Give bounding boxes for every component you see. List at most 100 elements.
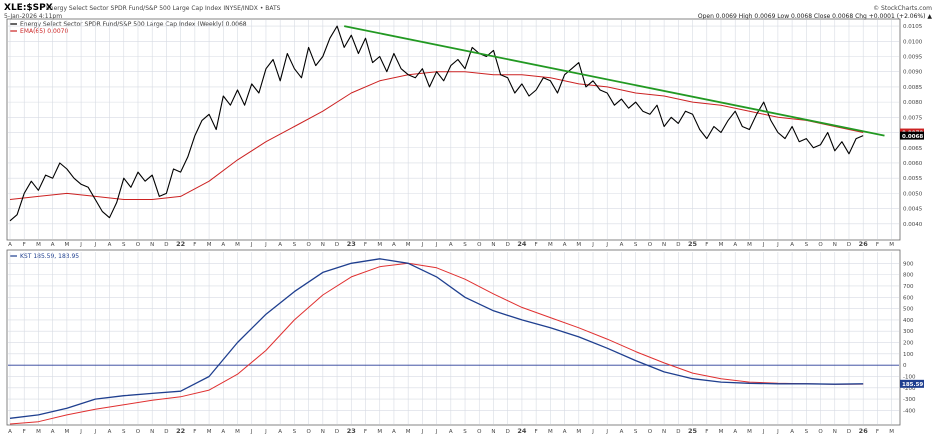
x-tick-label: J: [421, 429, 424, 435]
x-tick-label: M: [207, 429, 212, 435]
y-tick-label: 0: [903, 363, 907, 369]
x-tick-label: F: [535, 429, 538, 435]
x-tick-label: F: [23, 242, 26, 248]
x-tick-label: S: [293, 429, 297, 435]
x-tick-label: D: [506, 429, 510, 435]
kst-legend: KST 185.59, 183.95: [10, 253, 79, 260]
x-tick-label: D: [164, 429, 168, 435]
x-tick-label: J: [264, 429, 267, 435]
x-tick-label: O: [136, 429, 141, 435]
x-tick-label: A: [790, 242, 794, 248]
x-tick-label: M: [548, 242, 553, 248]
x-tick-label: 22: [176, 240, 185, 248]
x-tick-label: J: [79, 242, 82, 248]
x-tick-label: M: [889, 242, 894, 248]
x-tick-label: J: [591, 242, 594, 248]
y-tick-label: 700: [903, 284, 914, 290]
y-tick-label: 0.0085: [903, 85, 923, 91]
x-tick-label: M: [719, 242, 724, 248]
x-tick-label: N: [662, 429, 666, 435]
x-tick-label: A: [563, 242, 567, 248]
x-tick-label: D: [847, 242, 851, 248]
y-tick-label: 0.0060: [903, 161, 923, 167]
x-tick-label: S: [805, 242, 809, 248]
x-tick-label: 24: [517, 240, 527, 248]
x-tick-label: A: [8, 429, 12, 435]
x-tick-label: O: [648, 242, 653, 248]
y-tick-label: 0.0055: [903, 176, 923, 182]
chart-canvas: XLE:$SPX Energy Select Sector SPDR Fund/…: [0, 0, 936, 442]
x-tick-label: M: [377, 242, 382, 248]
y-tick-label: 0.0040: [903, 222, 923, 228]
x-tick-label: F: [364, 429, 367, 435]
y-tick-label: 400: [903, 318, 914, 324]
x-tick-label: M: [747, 429, 752, 435]
x-tick-label: J: [79, 429, 82, 435]
x-tick-label: N: [321, 429, 325, 435]
x-tick-label: D: [676, 429, 680, 435]
y-tick-label: 0.0065: [903, 146, 923, 152]
x-tick-label: M: [377, 429, 382, 435]
x-tick-label: M: [406, 429, 411, 435]
x-tick-label: A: [108, 429, 112, 435]
legend-ema-label: EMA(65) 0.0070: [20, 28, 68, 35]
x-tick-label: J: [435, 242, 438, 248]
y-tick-label: 0.0095: [903, 55, 923, 61]
x-tick-label: D: [335, 242, 339, 248]
x-tick-label: F: [364, 242, 367, 248]
x-tick-label: 26: [859, 427, 869, 435]
x-tick-label: A: [221, 242, 225, 248]
x-tick-label: M: [65, 429, 70, 435]
x-tick-label: J: [776, 242, 779, 248]
x-tick-label: F: [705, 429, 708, 435]
y-tick-label: -300: [903, 397, 916, 403]
y-tick-label: 200: [903, 341, 914, 347]
x-tick-label: S: [122, 242, 126, 248]
x-tick-label: J: [250, 242, 253, 248]
x-tick-label: O: [818, 429, 823, 435]
x-tick-label: M: [235, 242, 240, 248]
y-tick-label: 800: [903, 273, 914, 279]
x-tick-label: M: [406, 242, 411, 248]
y-tick-label: 0.0075: [903, 115, 923, 121]
x-tick-label: D: [847, 429, 851, 435]
x-tick-label: F: [193, 242, 196, 248]
x-tick-label: M: [36, 429, 41, 435]
x-tick-label: 25: [688, 427, 698, 435]
x-tick-label: A: [221, 429, 225, 435]
x-tick-label: 25: [688, 240, 698, 248]
x-tick-label: A: [51, 242, 55, 248]
x-tick-label: N: [491, 242, 495, 248]
y-tick-label: 0.0050: [903, 191, 923, 197]
last-price-label: 0.0068: [902, 134, 923, 140]
x-tick-label: N: [833, 429, 837, 435]
x-tick-label: A: [392, 242, 396, 248]
x-tick-label: D: [164, 242, 168, 248]
x-tick-label: A: [733, 429, 737, 435]
x-tick-label: S: [805, 429, 809, 435]
x-tick-label: J: [94, 242, 97, 248]
x-tick-label: A: [790, 429, 794, 435]
y-tick-label: -100: [903, 374, 916, 380]
last-kst-label: 185.59: [902, 382, 923, 388]
y-tick-label: 0.0045: [903, 207, 923, 213]
x-tick-label: A: [51, 429, 55, 435]
x-tick-label: A: [8, 242, 12, 248]
x-tick-label: 23: [347, 427, 356, 435]
x-tick-label: O: [477, 429, 482, 435]
x-tick-label: F: [705, 242, 708, 248]
x-tick-label: N: [833, 242, 837, 248]
x-tick-label: O: [306, 429, 311, 435]
x-tick-label: D: [506, 242, 510, 248]
x-tick-label: M: [576, 242, 581, 248]
x-tick-label: 26: [859, 240, 869, 248]
x-tick-label: J: [250, 429, 253, 435]
x-tick-label: M: [36, 242, 41, 248]
x-tick-label: A: [278, 242, 282, 248]
x-tick-label: J: [591, 429, 594, 435]
legend-kst-label: KST 185.59, 183.95: [20, 253, 79, 260]
y-tick-label: 900: [903, 261, 914, 267]
x-tick-label: S: [463, 242, 467, 248]
x-tick-label: 22: [176, 427, 185, 435]
x-tick-label: J: [94, 429, 97, 435]
